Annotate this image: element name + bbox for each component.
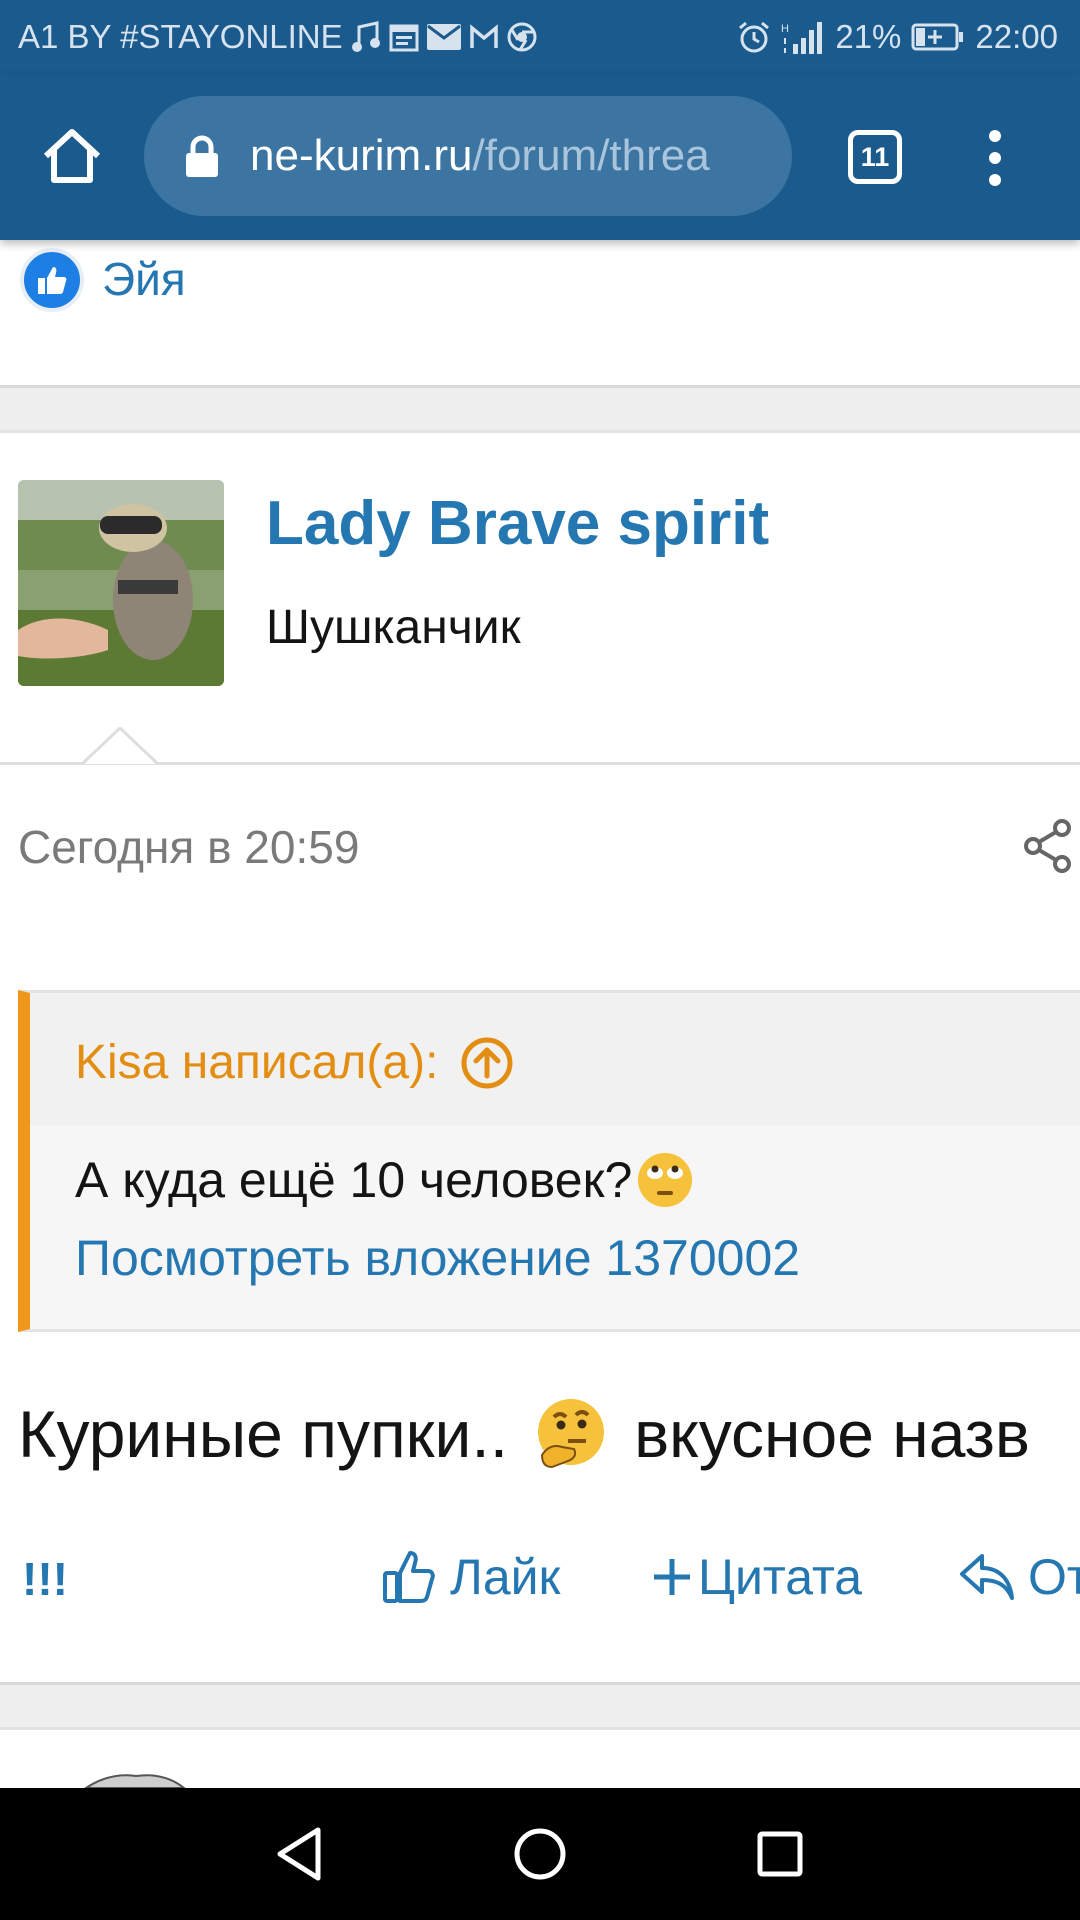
- status-bar: A1 BY #STAYONLINE H 21% 22:00: [0, 0, 1080, 74]
- address-bar[interactable]: ne-kurim.ru/forum/threa: [144, 96, 792, 216]
- system-navigation-bar: [0, 1788, 1080, 1920]
- quote-text-content: А куда ещё 10 человек?: [75, 1152, 633, 1208]
- author-title: Шушканчик: [266, 601, 521, 654]
- quote-author: Kisa написал(а):: [75, 1036, 439, 1089]
- attachment-link[interactable]: Посмотреть вложение 1370002: [75, 1229, 800, 1287]
- next-post-avatar[interactable]: [80, 1770, 190, 1788]
- calendar-icon: [389, 22, 419, 52]
- quote-text: А куда ещё 10 человек?: [75, 1151, 694, 1209]
- author-name-link[interactable]: Lady Brave spirit: [266, 488, 769, 559]
- reply-label: От: [1028, 1549, 1080, 1605]
- post-actions: !!! Лайк Цитата От: [0, 1548, 1080, 1614]
- quote-button[interactable]: Цитата: [652, 1548, 862, 1606]
- like-button[interactable]: Лайк: [382, 1548, 560, 1606]
- post-body-end: вкусное назв: [634, 1397, 1030, 1471]
- like-reaction-icon: [20, 248, 84, 312]
- back-nav-icon[interactable]: [268, 1822, 332, 1886]
- report-link[interactable]: !!!: [22, 1552, 68, 1606]
- lock-icon: [186, 135, 218, 177]
- url-text: ne-kurim.ru/forum/threa: [250, 131, 710, 181]
- author-avatar[interactable]: [18, 480, 224, 686]
- post-separator: [0, 1682, 1080, 1730]
- svg-text:H: H: [781, 23, 789, 35]
- battery-percent: 21%: [835, 18, 902, 55]
- clock: 22:00: [975, 18, 1058, 55]
- more-menu-button[interactable]: [980, 126, 1010, 190]
- quote-author-link[interactable]: Kisa написал(а):: [75, 1035, 514, 1090]
- quote-label: Цитата: [698, 1549, 863, 1605]
- mail-icon: [426, 24, 461, 50]
- screen: A1 BY #STAYONLINE H 21% 22:00 ne-kurim.r…: [0, 0, 1080, 1920]
- reaction-row: Эйя: [0, 240, 1080, 385]
- thumbs-up-icon: [383, 1551, 435, 1603]
- carrier-label: A1 BY #STAYONLINE: [18, 18, 343, 55]
- post-date-link[interactable]: Сегодня в 20:59: [18, 820, 359, 874]
- url-path: /forum/threa: [472, 131, 710, 180]
- chrome-icon: [507, 22, 537, 52]
- post-body-start: Куриные пупки..: [18, 1397, 509, 1471]
- url-domain: ne-kurim.ru: [250, 131, 473, 180]
- alarm-icon: [737, 20, 771, 54]
- menu-dot: [989, 130, 1001, 142]
- share-icon[interactable]: [1022, 818, 1074, 874]
- eye-roll-emoji-icon: [638, 1153, 693, 1207]
- menu-dot: [989, 174, 1001, 186]
- music-icon: [351, 21, 381, 53]
- header-pointer: [82, 727, 158, 765]
- gmail-icon: [469, 24, 499, 50]
- like-label: Лайк: [450, 1549, 561, 1605]
- signal-icon: H: [781, 20, 825, 54]
- tab-switcher-button[interactable]: 11: [848, 130, 902, 184]
- thinking-emoji-icon: [538, 1399, 605, 1469]
- recents-nav-icon[interactable]: [748, 1822, 812, 1886]
- reactor-link[interactable]: Эйя: [102, 252, 186, 306]
- plus-icon: [654, 1559, 690, 1595]
- quote-block: Kisa написал(а): А куда ещё 10 человек? …: [18, 990, 1080, 1332]
- menu-dot: [989, 152, 1001, 164]
- reply-icon: [960, 1554, 1014, 1600]
- home-icon: [43, 129, 101, 183]
- post-body: Куриные пупки.. вкусное назв: [18, 1396, 1030, 1472]
- reply-button[interactable]: От: [958, 1548, 1080, 1606]
- home-nav-icon[interactable]: [508, 1822, 572, 1886]
- header-divider: [0, 762, 1080, 765]
- browser-toolbar: ne-kurim.ru/forum/threa 11: [0, 74, 1080, 240]
- arrow-up-circle-icon[interactable]: [460, 1036, 514, 1090]
- post-separator: [0, 385, 1080, 433]
- battery-charging-icon: [911, 23, 965, 51]
- home-button[interactable]: [40, 124, 104, 188]
